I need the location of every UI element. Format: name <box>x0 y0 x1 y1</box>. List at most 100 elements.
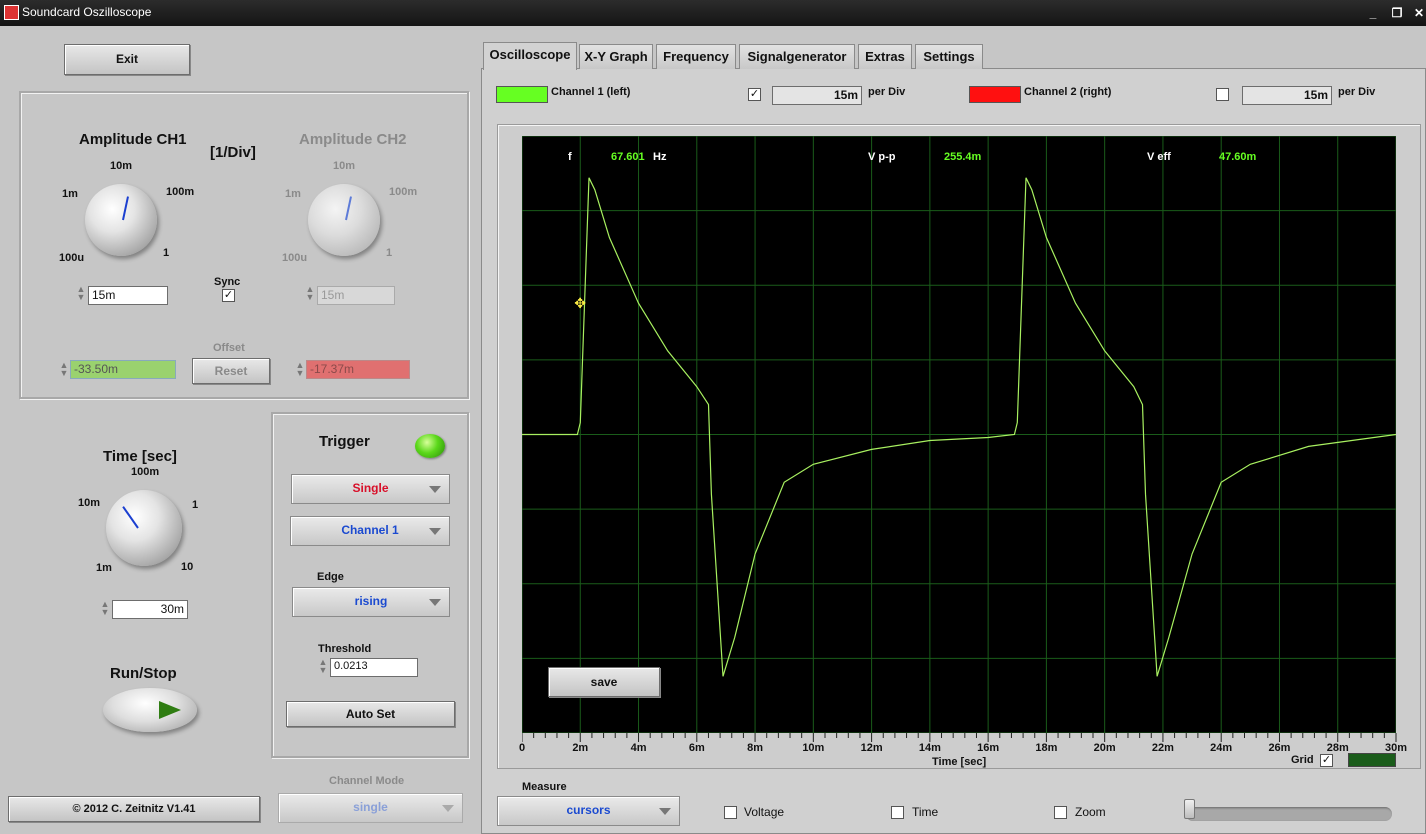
trigger-edge-dropdown[interactable]: rising <box>292 587 450 617</box>
ch1-amplitude-input[interactable]: 15m <box>88 286 168 305</box>
tab-frequency[interactable]: Frequency <box>656 44 736 69</box>
tab-extras[interactable]: Extras <box>858 44 912 69</box>
ch2-amplitude-knob[interactable] <box>308 184 380 256</box>
channel1-trace <box>522 177 1396 677</box>
chevron-down-icon <box>659 808 671 815</box>
chevron-down-icon <box>429 599 441 606</box>
ch2-offset-spinner-icon[interactable]: ▲ ▼ <box>293 361 307 378</box>
ch1-knob-needle <box>122 196 129 221</box>
threshold-spinner-icon[interactable]: ▲ ▼ <box>316 658 330 675</box>
copyright-button[interactable]: © 2012 C. Zeitnitz V1.41 <box>8 796 260 822</box>
freq-label: f <box>568 151 572 163</box>
ch2-enable-checkbox[interactable] <box>1216 88 1229 101</box>
x-tick-label: 10m <box>802 742 825 754</box>
threshold-input[interactable]: 0.0213 <box>330 658 418 677</box>
run-stop-button[interactable] <box>103 688 197 732</box>
ch1-per-div-input[interactable]: 15m <box>772 86 862 105</box>
exit-button[interactable]: Exit <box>64 44 190 75</box>
measure-dropdown[interactable]: cursors <box>497 796 680 826</box>
ch1-per-div-label: per Div <box>868 86 906 98</box>
time-knob-needle <box>122 506 139 529</box>
ch1-amp-spinner-icon[interactable]: ▲ ▼ <box>74 285 88 302</box>
x-tick-label: 16m <box>977 742 1000 754</box>
freq-value: 67.601 <box>611 151 645 163</box>
channel-mode-label: Channel Mode <box>329 775 405 787</box>
tab-signalgenerator[interactable]: Signalgenerator <box>739 44 855 69</box>
time-scale-label: 1 <box>192 499 199 511</box>
ch1-amplitude-knob[interactable] <box>85 184 157 256</box>
chevron-down-icon <box>429 486 441 493</box>
ch2-amplitude-input[interactable]: 15m <box>317 286 395 305</box>
trigger-mode-dropdown[interactable]: Single <box>291 474 450 504</box>
x-tick-label: 6m <box>688 742 705 754</box>
zoom-label: Zoom <box>1075 805 1106 819</box>
grid-checkbox[interactable]: ✓ <box>1320 754 1333 767</box>
amp-ch2-title: Amplitude CH2 <box>299 131 407 148</box>
edge-label: Edge <box>317 571 344 583</box>
ch1-scale-label: 1m <box>62 188 78 200</box>
restore-icon[interactable]: ❐ <box>1388 4 1406 22</box>
x-tick-label: 26m <box>1268 742 1291 754</box>
time-spinner-icon[interactable]: ▲ ▼ <box>98 600 112 617</box>
x-tick-label: 20m <box>1093 742 1116 754</box>
ch1-offset-spinner-icon[interactable]: ▲ ▼ <box>57 361 71 378</box>
time-scale-label: 100m <box>131 466 160 478</box>
ch1-enable-checkbox[interactable]: ✓ <box>748 88 761 101</box>
x-tick-label: 0 <box>518 742 526 754</box>
scope-svg: ✥ <box>522 136 1396 733</box>
sync-label: Sync <box>214 276 241 288</box>
vpp-value: 255.4m <box>944 151 982 163</box>
ch1-offset-input[interactable]: -33.50m <box>70 360 176 379</box>
trigger-channel-dropdown[interactable]: Channel 1 <box>290 516 450 546</box>
close-icon[interactable]: ✕ <box>1410 4 1426 22</box>
trigger-title: Trigger <box>319 433 370 450</box>
time-cursor-label: Time <box>912 805 939 819</box>
ch2-amp-spinner-icon[interactable]: ▲ ▼ <box>303 285 317 302</box>
trigger-led-indicator <box>415 434 445 458</box>
tab-xy-graph[interactable]: X-Y Graph <box>579 44 653 69</box>
channel-mode-dropdown[interactable]: single <box>278 793 463 823</box>
veff-value: 47.60m <box>1219 151 1257 163</box>
zoom-checkbox[interactable] <box>1054 806 1067 819</box>
freq-unit: Hz <box>653 151 667 163</box>
ch2-knob-needle <box>345 196 352 221</box>
x-tick-label: 12m <box>860 742 883 754</box>
ch1-color-swatch[interactable] <box>496 86 548 103</box>
time-cursor-checkbox[interactable] <box>891 806 904 819</box>
ch2-per-div-input[interactable]: 15m <box>1242 86 1332 105</box>
time-input[interactable]: 30m <box>112 600 188 619</box>
save-button[interactable]: save <box>548 667 660 697</box>
time-scale-label: 10 <box>181 561 194 573</box>
play-icon <box>159 701 181 719</box>
ch2-scale-label: 10m <box>333 160 356 172</box>
zoom-slider-handle[interactable] <box>1184 799 1195 819</box>
ch1-scale-label: 100u <box>59 252 85 264</box>
oscilloscope-display[interactable]: ✥ <box>522 136 1396 733</box>
offset-reset-button[interactable]: Reset <box>192 358 270 384</box>
vpp-label: V p-p <box>868 151 896 163</box>
grid-color-swatch[interactable] <box>1348 753 1396 767</box>
ch2-offset-input[interactable]: -17.37m <box>306 360 410 379</box>
runstop-label: Run/Stop <box>110 665 177 682</box>
tab-settings[interactable]: Settings <box>915 44 983 69</box>
minimize-icon[interactable]: _ <box>1364 4 1382 22</box>
time-scale-label: 1m <box>96 562 112 574</box>
div-unit-label: [1/Div] <box>210 144 256 161</box>
grid-label: Grid <box>1291 754 1314 766</box>
sync-checkbox[interactable]: ✓ <box>222 289 235 302</box>
ch1-scale-label: 100m <box>166 186 195 198</box>
x-tick-label: 14m <box>918 742 941 754</box>
title-bar: Soundcard Oszilloscope _ ❐ ✕ <box>0 0 1426 26</box>
auto-set-button[interactable]: Auto Set <box>286 701 455 727</box>
measure-label: Measure <box>522 781 567 793</box>
time-knob[interactable] <box>106 490 182 566</box>
x-tick-label: 2m <box>572 742 589 754</box>
ch2-scale-label: 1m <box>285 188 301 200</box>
voltage-checkbox[interactable] <box>724 806 737 819</box>
tab-oscilloscope[interactable]: Oscilloscope <box>483 42 577 70</box>
threshold-label: Threshold <box>318 643 372 655</box>
ch2-color-swatch[interactable] <box>969 86 1021 103</box>
time-scale-label: 10m <box>78 497 101 509</box>
zoom-slider-track[interactable] <box>1186 807 1392 821</box>
ch2-label: Channel 2 (right) <box>1024 86 1112 98</box>
